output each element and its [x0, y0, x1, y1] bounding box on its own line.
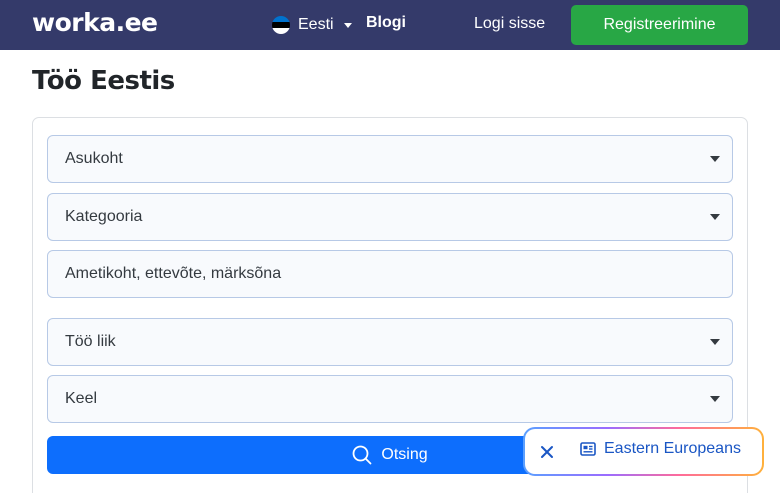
page-title: Töö Eestis	[32, 66, 175, 96]
keyword-input[interactable]: Ametikoht, ettevõte, märksõna	[47, 250, 733, 298]
eastern-europeans-button[interactable]: Eastern Europeans	[580, 440, 741, 458]
location-select-label: Asukoht	[65, 150, 123, 167]
newspaper-icon	[580, 442, 596, 456]
eastern-europeans-widget: Eastern Europeans	[523, 427, 764, 476]
top-navbar: worka.ee Eesti Blogi Logi sisse Registre…	[0, 0, 780, 50]
caret-down-icon	[710, 396, 720, 402]
language-selector[interactable]: Eesti	[272, 14, 352, 36]
caret-down-icon	[710, 214, 720, 220]
caret-down-icon	[710, 156, 720, 162]
language-select-label: Keel	[65, 390, 98, 407]
register-button[interactable]: Registreerimine	[571, 5, 748, 45]
site-logo[interactable]: worka.ee	[32, 8, 158, 37]
close-icon[interactable]	[539, 444, 555, 460]
chevron-down-icon	[343, 22, 352, 28]
caret-down-icon	[710, 339, 720, 345]
widget-body: Eastern Europeans	[525, 429, 762, 474]
language-select[interactable]: Keel	[47, 375, 733, 423]
login-link[interactable]: Logi sisse	[474, 15, 545, 33]
keyword-input-placeholder: Ametikoht, ettevõte, märksõna	[65, 265, 282, 282]
search-button-label: Otsing	[381, 446, 428, 463]
job-type-select[interactable]: Töö liik	[47, 318, 733, 366]
blog-link[interactable]: Blogi	[366, 14, 406, 32]
estonia-flag-icon	[272, 16, 290, 34]
location-select[interactable]: Asukoht	[47, 135, 733, 183]
widget-label: Eastern Europeans	[604, 440, 741, 457]
job-type-select-label: Töö liik	[65, 333, 116, 350]
search-icon	[352, 445, 372, 465]
category-select[interactable]: Kategooria	[47, 193, 733, 241]
category-select-label: Kategooria	[65, 208, 143, 225]
language-label: Eesti	[298, 16, 334, 33]
